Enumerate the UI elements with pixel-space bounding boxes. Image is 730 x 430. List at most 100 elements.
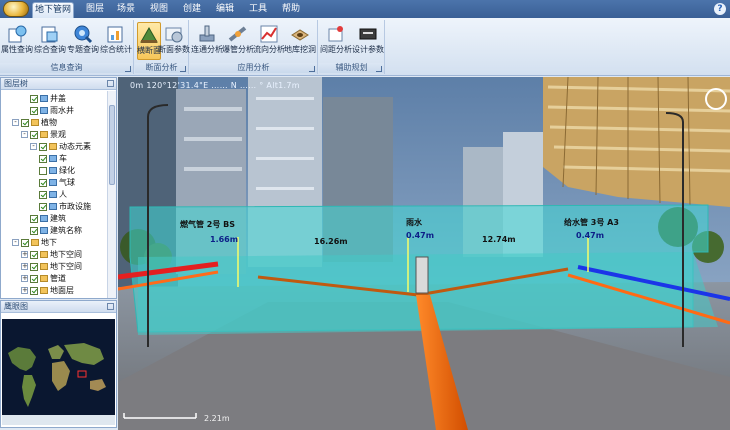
expand-icon[interactable]: + [21, 287, 28, 294]
tree-item[interactable]: - 地下 [12, 237, 57, 248]
collapse-icon[interactable]: - [12, 119, 19, 126]
tree-item-label: 市政设施 [59, 202, 91, 211]
layer-checkbox[interactable] [30, 226, 38, 235]
tree-item[interactable]: 井盖 [30, 93, 66, 104]
ribbon: 属性查询 综合查询 专题查询 综合统计 信息查询 横断面 断面参数 断面分析 连… [0, 18, 730, 76]
tab-create[interactable]: 创建 [178, 2, 206, 18]
dig-hole-button[interactable]: 地库挖洞 [283, 22, 317, 60]
pipe-label-right: 给水管 3号 A3 [564, 218, 619, 227]
tree-item-label: 植物 [41, 118, 57, 127]
layer-checkbox[interactable] [30, 262, 38, 271]
layer-tree-scrollbar[interactable] [107, 91, 116, 298]
3d-view[interactable]: 0m 120°12'31.4"E …… N …… ° Alt1.7m 燃气管 2… [118, 77, 730, 430]
collapse-icon[interactable]: - [21, 131, 28, 138]
tree-item[interactable]: 人 [39, 189, 67, 200]
dialog-launcher-icon[interactable] [309, 66, 315, 72]
tree-item[interactable]: 绿化 [39, 165, 75, 176]
tree-item[interactable]: + 地下空间 [21, 261, 82, 272]
layer-checkbox[interactable] [30, 94, 38, 103]
statistics-button[interactable]: 综合统计 [99, 22, 133, 60]
tree-item-label: 人 [59, 190, 67, 199]
tab-edit[interactable]: 编辑 [211, 2, 239, 18]
overview-title: 鹰眼图 [4, 302, 28, 311]
dialog-launcher-icon[interactable] [376, 66, 382, 72]
tree-item[interactable]: 市政设施 [39, 201, 91, 212]
layer-tree: 井盖 雨水井 - 植物 - 景观 - 动态元素车绿化 气球人市政设施 建筑 建筑名称 - 地下 + 地下空间… [1, 91, 108, 298]
layer-checkbox[interactable] [21, 118, 29, 127]
design-params-button[interactable]: 设计参数 [351, 22, 385, 60]
tab-underground-pipe[interactable]: 地下管网 [32, 2, 74, 18]
topic-query-icon [74, 25, 93, 44]
folder-icon [40, 287, 48, 294]
tab-help[interactable]: 帮助 [277, 2, 305, 18]
ribbon-group-application: 连通分析 爆管分析 流向分析 地库挖洞 应用分析 [190, 20, 318, 74]
layer-icon [40, 215, 48, 222]
tree-item[interactable]: 建筑 [30, 213, 66, 224]
ribbon-group-label: 信息查询 [0, 63, 133, 73]
world-map-image [2, 319, 115, 425]
pin-icon[interactable] [107, 80, 114, 87]
flow-direction-icon [260, 25, 278, 43]
layer-icon [49, 167, 57, 174]
ribbon-group-planning: 间距分析 设计参数 辅助规划 [319, 20, 385, 74]
tree-item[interactable]: + 管道 [21, 273, 66, 284]
layer-checkbox[interactable] [30, 250, 38, 259]
design-params-label: 设计参数 [352, 45, 384, 54]
tab-view[interactable]: 视图 [145, 2, 173, 18]
expand-icon[interactable]: + [21, 263, 28, 270]
tree-item-label: 景观 [50, 130, 66, 139]
tree-item[interactable]: 车 [39, 153, 67, 164]
overview-map-panel: 鹰眼图 [0, 300, 117, 428]
layer-checkbox[interactable] [39, 190, 47, 199]
dig-hole-icon [291, 29, 309, 41]
dialog-launcher-icon[interactable] [180, 66, 186, 72]
folder-icon [31, 239, 39, 246]
collapse-icon[interactable]: - [12, 239, 19, 246]
ribbon-tab-bar: 地下管网 图层 场景 视图 创建 编辑 工具 帮助 ? [0, 0, 730, 18]
layer-checkbox[interactable] [39, 142, 47, 151]
tree-item[interactable]: 建筑名称 [30, 225, 82, 236]
tab-tools[interactable]: 工具 [244, 2, 272, 18]
layer-checkbox[interactable] [39, 202, 47, 211]
layer-icon [40, 107, 48, 114]
layer-checkbox[interactable] [39, 166, 47, 175]
layer-checkbox[interactable] [30, 130, 38, 139]
app-menu-button[interactable] [3, 1, 29, 17]
tree-item[interactable]: + 地面层 [21, 285, 74, 296]
layer-icon [49, 203, 57, 210]
tree-item[interactable]: - 动态元素 [30, 141, 91, 152]
tree-item-label: 建筑名称 [50, 226, 82, 235]
layer-checkbox[interactable] [21, 238, 29, 247]
layer-checkbox[interactable] [30, 286, 38, 295]
layer-checkbox[interactable] [39, 178, 47, 187]
ribbon-group-info-query: 属性查询 综合查询 专题查询 综合统计 信息查询 [0, 20, 134, 74]
layer-checkbox[interactable] [30, 214, 38, 223]
tab-scene[interactable]: 场景 [112, 2, 140, 18]
layer-checkbox[interactable] [30, 106, 38, 115]
tree-item[interactable]: 气球 [39, 177, 75, 188]
tree-item[interactable]: 雨水井 [30, 105, 74, 116]
layer-tree-header: 图层树 [1, 78, 116, 90]
layer-tree-panel: 图层树 井盖 雨水井 - 植物 - 景观 - 动态元素车绿化 气球人市政设施 建筑 建筑名称 - 地下 +… [0, 77, 117, 299]
composite-query-icon [41, 26, 58, 43]
expand-icon[interactable]: + [21, 275, 28, 282]
tree-item[interactable]: - 景观 [21, 129, 66, 140]
folder-icon [40, 275, 48, 282]
tree-item[interactable]: - 植物 [12, 117, 57, 128]
overview-map[interactable] [2, 319, 115, 425]
collapse-icon[interactable]: - [30, 143, 37, 150]
folder-icon [31, 119, 39, 126]
layer-checkbox[interactable] [30, 274, 38, 283]
overview-header: 鹰眼图 [1, 301, 116, 313]
scrollbar-thumb[interactable] [109, 105, 115, 185]
layer-checkbox[interactable] [39, 154, 47, 163]
tab-layer[interactable]: 图层 [80, 2, 110, 18]
dialog-launcher-icon[interactable] [125, 66, 131, 72]
expand-icon[interactable]: + [21, 251, 28, 258]
tree-item-label: 地面层 [50, 286, 74, 295]
tree-item[interactable]: + 地下空间 [21, 249, 82, 260]
pipe-label-left: 燃气管 2号 BS [180, 220, 235, 229]
pin-icon[interactable] [107, 303, 114, 310]
help-icon[interactable]: ? [714, 3, 726, 15]
ribbon-group-label: 辅助规划 [319, 63, 384, 73]
